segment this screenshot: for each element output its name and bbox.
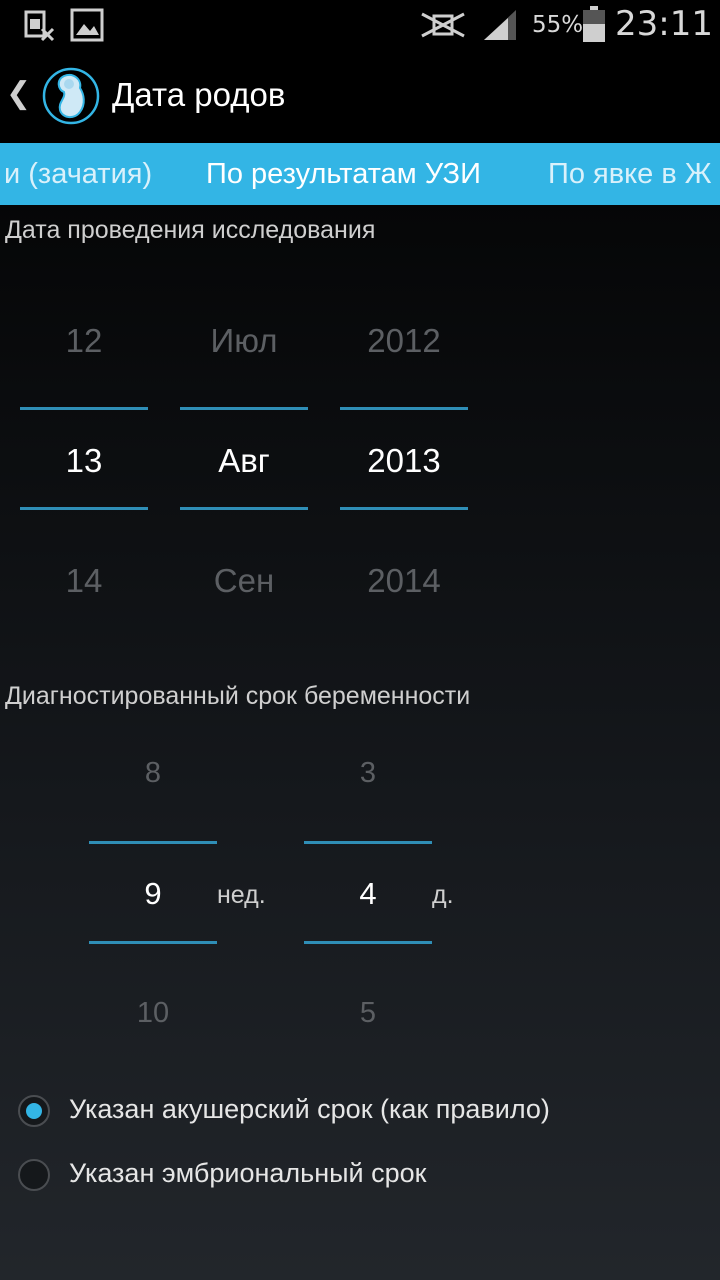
fetus-logo-icon[interactable] — [42, 64, 100, 128]
status-bar: 55% 23:11 — [0, 0, 720, 50]
month-next[interactable]: Сен — [180, 562, 308, 600]
divider — [180, 407, 308, 410]
day-prev[interactable]: 12 — [20, 322, 148, 360]
divider — [89, 941, 217, 944]
weeks-value[interactable]: 9 — [89, 876, 217, 912]
weeks-next[interactable]: 10 — [89, 997, 217, 1030]
divider — [304, 941, 432, 944]
clock: 23:11 — [615, 4, 713, 44]
divider — [89, 841, 217, 844]
gestation-label: Диагностированный срок беременности — [5, 682, 471, 710]
mute-icon — [421, 12, 465, 38]
days-value[interactable]: 4 — [304, 876, 432, 912]
sim-disabled-icon — [24, 10, 55, 42]
days-next[interactable]: 5 — [304, 997, 432, 1030]
back-icon[interactable]: ❮ — [6, 76, 31, 111]
month-value[interactable]: Авг — [180, 442, 308, 480]
radio-embryonic-term[interactable]: Указан эмбриональный срок — [18, 1152, 708, 1202]
divider — [340, 407, 468, 410]
image-icon — [70, 8, 104, 42]
divider — [20, 407, 148, 410]
study-date-label: Дата проведения исследования — [5, 216, 376, 244]
year-prev[interactable]: 2012 — [340, 322, 468, 360]
day-value[interactable]: 13 — [20, 442, 148, 480]
page-title: Дата родов — [112, 76, 286, 113]
battery-icon — [583, 6, 605, 42]
battery-percent: 55% — [532, 12, 584, 38]
tab-clinic-visit[interactable]: По явке в Ж — [548, 158, 712, 191]
divider — [20, 507, 148, 510]
divider — [304, 841, 432, 844]
year-next[interactable]: 2014 — [340, 562, 468, 600]
year-value[interactable]: 2013 — [340, 442, 468, 480]
action-bar: ❮ Дата родов — [0, 50, 720, 143]
tab-conception[interactable]: и (зачатия) — [4, 158, 152, 191]
divider — [340, 507, 468, 510]
day-next[interactable]: 14 — [20, 562, 148, 600]
tab-strip: и (зачатия) По результатам УЗИ По явке в… — [0, 143, 720, 205]
weeks-unit: нед. — [217, 881, 266, 909]
weeks-prev[interactable]: 8 — [89, 757, 217, 790]
tab-ultrasound[interactable]: По результатам УЗИ — [206, 158, 481, 191]
month-prev[interactable]: Июл — [180, 322, 308, 360]
radio-label[interactable]: Указан акушерский срок (как правило) — [69, 1094, 550, 1125]
divider — [180, 507, 308, 510]
signal-icon — [484, 10, 516, 40]
radio-button-checked[interactable] — [18, 1095, 50, 1127]
radio-label[interactable]: Указан эмбриональный срок — [69, 1158, 426, 1189]
radio-obstetric-term[interactable]: Указан акушерский срок (как правило) — [18, 1088, 708, 1138]
radio-button-unchecked[interactable] — [18, 1159, 50, 1191]
radio-dot — [26, 1103, 42, 1119]
days-unit: д. — [432, 881, 454, 909]
days-prev[interactable]: 3 — [304, 757, 432, 790]
